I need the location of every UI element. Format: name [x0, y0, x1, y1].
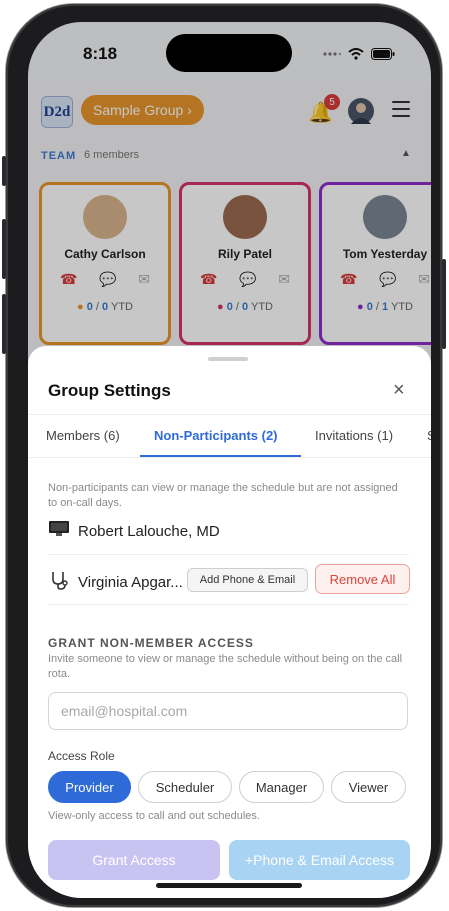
- phone-frame: 8:18 D2d Sample Group › 🔔 5 TEAM 6 membe…: [2, 4, 446, 907]
- role-hint: View-only access to call and out schedul…: [48, 810, 260, 822]
- stethoscope-icon: [48, 570, 70, 594]
- non-participant-row[interactable]: Virginia Apgar...: [48, 570, 183, 594]
- remove-all-button[interactable]: Remove All: [315, 564, 410, 594]
- tab-overflow[interactable]: S: [427, 428, 431, 443]
- email-input[interactable]: [48, 692, 408, 730]
- active-tab-indicator: [140, 455, 301, 457]
- role-viewer-chip[interactable]: Viewer: [331, 771, 406, 803]
- non-participant-name: Robert Lalouche, MD: [78, 522, 220, 540]
- non-participants-description: Non-participants can view or manage the …: [48, 482, 398, 509]
- phone-email-access-button[interactable]: +Phone & Email Access: [229, 840, 410, 880]
- tab-non-participants[interactable]: Non-Participants (2): [154, 428, 278, 443]
- non-participant-name: Virginia Apgar...: [78, 573, 183, 591]
- volume-down-button: [2, 294, 6, 354]
- grant-access-subtitle: Invite someone to view or manage the sch…: [48, 653, 403, 680]
- power-button: [442, 259, 446, 349]
- divider: [48, 604, 409, 605]
- tab-invitations[interactable]: Invitations (1): [315, 428, 393, 443]
- add-phone-email-button[interactable]: Add Phone & Email: [187, 568, 308, 592]
- screen: 8:18 D2d Sample Group › 🔔 5 TEAM 6 membe…: [28, 22, 431, 898]
- role-manager-chip[interactable]: Manager: [239, 771, 324, 803]
- divider: [48, 554, 409, 555]
- non-participant-row[interactable]: Robert Lalouche, MD: [48, 521, 220, 541]
- home-indicator[interactable]: [156, 883, 302, 888]
- grant-access-button[interactable]: Grant Access: [48, 840, 220, 880]
- group-settings-sheet: Group Settings × Members (6) Non-Partici…: [28, 346, 431, 898]
- role-scheduler-chip[interactable]: Scheduler: [138, 771, 232, 803]
- tab-members[interactable]: Members (6): [46, 428, 120, 443]
- monitor-icon: [48, 521, 70, 541]
- access-role-label: Access Role: [48, 749, 115, 763]
- sheet-grabber[interactable]: [208, 357, 248, 361]
- role-provider-chip[interactable]: Provider: [48, 771, 131, 803]
- close-icon[interactable]: ×: [393, 379, 405, 402]
- volume-up-button: [2, 219, 6, 279]
- tab-bar: Members (6) Non-Participants (2) Invitat…: [28, 414, 431, 458]
- grant-access-heading: GRANT NON-MEMBER ACCESS: [48, 636, 254, 650]
- mute-switch: [2, 156, 6, 186]
- sheet-title: Group Settings: [48, 381, 171, 400]
